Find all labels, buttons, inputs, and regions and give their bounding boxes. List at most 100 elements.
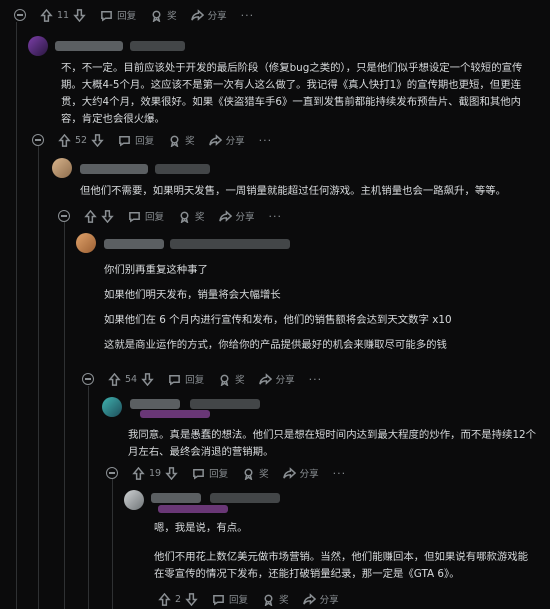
share-button[interactable]: 分享	[302, 592, 339, 606]
award-button[interactable]: 奖	[168, 133, 195, 147]
share-button[interactable]: 分享	[282, 466, 319, 480]
avatar[interactable]	[102, 397, 122, 417]
downvote-icon[interactable]	[101, 209, 114, 223]
comment-action-bar: 19 回复 奖 分享 ···	[106, 466, 346, 480]
upvote-icon[interactable]	[58, 133, 71, 147]
avatar[interactable]	[28, 36, 48, 56]
avatar[interactable]	[76, 233, 96, 253]
upvote-icon[interactable]	[132, 466, 145, 480]
timestamp-redacted	[130, 41, 185, 51]
username-redacted[interactable]	[80, 164, 148, 174]
award-icon	[150, 9, 163, 22]
reply-icon	[128, 210, 141, 223]
upvote-icon[interactable]	[40, 8, 53, 22]
downvote-icon[interactable]	[165, 466, 178, 480]
comment-action-bar: 54 回复 奖 分享 ···	[82, 372, 322, 386]
thread-line	[38, 146, 39, 609]
award-icon	[178, 210, 191, 223]
comment-paragraph: 嗯，我是说，有点。	[154, 522, 248, 534]
collapse-button[interactable]	[14, 9, 26, 21]
award-icon	[218, 373, 231, 386]
more-options-button[interactable]: ···	[241, 9, 255, 22]
comment-body: 我同意。真是愚蠢的想法。他们只是想在短时间内达到最大程度的炒作，而不是持续12个…	[128, 427, 538, 469]
downvote-icon[interactable]	[91, 133, 104, 147]
collapse-button[interactable]	[58, 210, 70, 222]
comment-action-bar: 回复 奖 分享 ···	[58, 209, 282, 223]
comment-body: 不，不一定。目前应该处于开发的最后阶段（修复bug之类的），只是他们似乎想设定一…	[61, 60, 541, 136]
username-redacted[interactable]	[151, 493, 201, 503]
share-icon	[208, 133, 222, 147]
timestamp-redacted	[170, 239, 290, 249]
avatar[interactable]	[124, 490, 144, 510]
avatar[interactable]	[52, 158, 72, 178]
username-redacted[interactable]	[104, 239, 164, 249]
thread-line	[16, 22, 17, 609]
reply-icon	[100, 9, 113, 22]
downvote-icon[interactable]	[73, 8, 86, 22]
thread-line	[88, 386, 89, 609]
username-redacted[interactable]	[55, 41, 123, 51]
reply-button[interactable]: 回复	[192, 466, 228, 480]
share-button[interactable]: 分享	[218, 209, 255, 223]
award-button[interactable]: 奖	[242, 466, 269, 480]
share-button[interactable]: 分享	[208, 133, 245, 147]
more-options-button[interactable]: ···	[269, 210, 283, 223]
comment-paragraph: 这就是商业运作的方式，你给你的产品提供最好的机会来赚取尽可能多的钱	[104, 339, 447, 351]
reply-button[interactable]: 回复	[168, 372, 204, 386]
collapse-button[interactable]	[82, 373, 94, 385]
more-options-button[interactable]: ···	[309, 373, 323, 386]
reply-icon	[118, 134, 131, 147]
more-options-button[interactable]: ···	[259, 134, 273, 147]
award-button[interactable]: 奖	[218, 372, 245, 386]
comment-action-bar: 11 回复 奖 分享 ···	[14, 8, 254, 22]
upvote-icon[interactable]	[108, 372, 121, 386]
comment-action-bar: 2 回复 奖 分享	[158, 592, 339, 606]
username-redacted[interactable]	[130, 399, 180, 409]
share-icon	[190, 8, 204, 22]
downvote-icon[interactable]	[141, 372, 154, 386]
award-icon	[168, 134, 181, 147]
timestamp-redacted	[190, 399, 260, 409]
upvote-icon[interactable]	[84, 209, 97, 223]
comment-paragraph: 如果他们明天发布，销量将会大幅增长	[104, 289, 281, 301]
collapse-button[interactable]	[106, 467, 118, 479]
share-icon	[218, 209, 232, 223]
award-button[interactable]: 奖	[178, 209, 205, 223]
share-icon	[302, 592, 316, 606]
reply-icon	[212, 593, 225, 606]
vote-count: 52	[75, 134, 88, 146]
more-options-button[interactable]: ···	[333, 467, 347, 480]
reply-button[interactable]: 回复	[118, 133, 154, 147]
thread-line	[64, 222, 65, 609]
reply-icon	[192, 467, 205, 480]
share-icon	[258, 372, 272, 386]
timestamp-redacted	[155, 164, 210, 174]
downvote-icon[interactable]	[185, 592, 198, 606]
award-icon	[262, 593, 275, 606]
award-button[interactable]: 奖	[150, 8, 177, 22]
comment-action-bar: 52 回复 奖 分享 ···	[32, 133, 272, 147]
timestamp-redacted	[210, 493, 280, 503]
reply-icon	[168, 373, 181, 386]
comment-paragraph: 如果他们在 6 个月内进行宣传和发布，他们的销售额将会达到天文数字 x10	[104, 314, 452, 326]
comment-paragraph: 他们不用花上数亿美元做市场营销。当然，他们能赚回本，但如果说有哪款游戏能在零宣传…	[154, 551, 529, 580]
vote-count: 11	[57, 9, 70, 21]
comment-paragraph: 我同意。真是愚蠢的想法。他们只是想在短时间内达到最大程度的炒作，而不是持续12个…	[128, 429, 537, 458]
upvote-icon[interactable]	[158, 592, 171, 606]
vote-count: 2	[175, 593, 182, 605]
share-button[interactable]: 分享	[258, 372, 295, 386]
vote-count: 19	[149, 467, 162, 479]
reply-button[interactable]: 回复	[100, 8, 136, 22]
reply-button[interactable]: 回复	[128, 209, 164, 223]
comment-paragraph: 你们别再重复这种事了	[104, 264, 208, 276]
award-icon	[242, 467, 255, 480]
share-button[interactable]: 分享	[190, 8, 227, 22]
collapse-button[interactable]	[32, 134, 44, 146]
reply-button[interactable]: 回复	[212, 592, 248, 606]
comment-body: 嗯，我是说，有点。 他们不用花上数亿美元做市场营销。当然，他们能赚回本，但如果说…	[154, 520, 538, 591]
comment-paragraph: 不，不一定。目前应该处于开发的最后阶段（修复bug之类的），只是他们似乎想设定一…	[61, 62, 523, 125]
award-button[interactable]: 奖	[262, 592, 289, 606]
user-flair-redacted	[158, 505, 228, 513]
thread-line	[112, 478, 113, 609]
comment-body: 但他们不需要，如果明天发售，一周销量就能超过任何游戏。主机销量也会一路飙升，等等…	[80, 183, 540, 208]
